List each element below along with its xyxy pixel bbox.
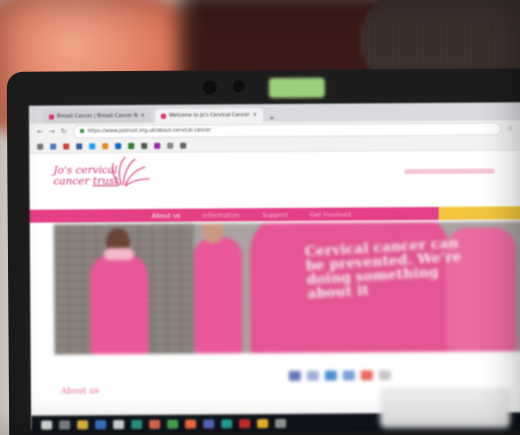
new-tab-button[interactable]: +	[269, 114, 275, 122]
tab-label: Breast Cancer | Breast Cancer N	[56, 112, 138, 120]
bookmark-icon[interactable]	[128, 142, 135, 149]
person-left	[89, 253, 149, 355]
reload-icon[interactable]: ↻	[61, 127, 67, 135]
site-logo[interactable]: Jo's cervical cancer trust	[53, 156, 150, 188]
bookmark-icon[interactable]	[50, 143, 57, 150]
hero-image: Cervical cancer can be prevented. We're …	[53, 221, 520, 355]
browser-tab-active[interactable]: Welcome to Jo's Cervical Cancer ×	[154, 108, 264, 123]
header-blurred-content	[404, 168, 495, 175]
taskbar-app-icon[interactable]	[257, 418, 269, 428]
share-icon[interactable]	[378, 370, 391, 381]
taskbar-app-icon[interactable]	[275, 418, 287, 428]
person-scarf	[103, 248, 134, 261]
lock-icon: ■	[79, 128, 85, 135]
back-arrow-icon[interactable]: ←	[37, 128, 43, 136]
tab-label: Welcome to Jo's Cervical Cancer	[168, 112, 250, 119]
nav-item-get-involved[interactable]: Get involved	[310, 210, 351, 218]
webcam-lens-right	[232, 80, 245, 93]
taskbar-app-icon[interactable]	[113, 419, 125, 429]
taskbar-app-icon[interactable]	[95, 419, 107, 429]
logo-word-cancer: cancer	[53, 175, 90, 188]
nav-item-about[interactable]: About us	[152, 211, 181, 219]
share-icon[interactable]	[288, 370, 301, 381]
favicon-icon	[48, 114, 55, 120]
taskbar-app-icon[interactable]	[239, 418, 251, 428]
taskbar-app-icon[interactable]	[185, 419, 197, 429]
taskbar-app-icon[interactable]	[167, 419, 179, 429]
bookmark-icon[interactable]	[37, 143, 44, 150]
site-header: Jo's cervical cancer trust	[29, 150, 520, 210]
share-icon[interactable]	[324, 370, 337, 381]
taskbar-app-icon[interactable]	[221, 418, 233, 428]
laptop-screen: Breast Cancer | Breast Cancer N × Welcom…	[28, 102, 520, 430]
nav-item-support[interactable]: Support	[262, 210, 288, 218]
taskbar-app-icon[interactable]	[77, 419, 89, 429]
bookmark-icon[interactable]	[115, 142, 122, 149]
start-icon[interactable]	[41, 420, 53, 430]
address-bar[interactable]: ■ https://www.jostrust.org.uk/about-cerv…	[72, 121, 501, 138]
bookmark-icon[interactable]	[76, 142, 83, 149]
taskbar-app-icon[interactable]	[131, 419, 143, 429]
bookmark-icon[interactable]	[154, 142, 161, 149]
url-text: https://www.jostrust.org.uk/about-cervic…	[87, 127, 212, 135]
share-icon[interactable]	[306, 370, 319, 381]
share-icons	[288, 370, 391, 381]
share-icon[interactable]	[360, 370, 373, 381]
bookmark-icon[interactable]	[102, 142, 109, 149]
bookmark-icon[interactable]	[180, 142, 187, 149]
bookmark-icon[interactable]	[141, 142, 148, 149]
webcam-indicator	[268, 77, 325, 99]
close-icon[interactable]: ×	[250, 112, 257, 118]
hero-slogan: Cervical cancer can be prevented. We're …	[304, 235, 462, 303]
photo: Breast Cancer | Breast Cancer N × Welcom…	[0, 0, 520, 435]
browser-tab[interactable]: Breast Cancer | Breast Cancer N ×	[42, 108, 152, 124]
share-icon[interactable]	[342, 370, 355, 381]
desk-reflection	[380, 388, 510, 428]
favicon-icon	[160, 113, 167, 119]
taskbar-app-icon[interactable]	[203, 418, 215, 429]
webcam-lens-left	[202, 80, 217, 95]
person-middle	[193, 237, 243, 354]
flower-icon	[112, 156, 150, 187]
close-icon[interactable]: ×	[138, 113, 145, 119]
nav-item-information[interactable]: Information	[202, 211, 240, 219]
nav-yellow-accent[interactable]	[438, 206, 520, 220]
search-icon[interactable]	[59, 419, 71, 430]
laptop: Breast Cancer | Breast Cancer N × Welcom…	[6, 68, 520, 435]
star-icon[interactable]: ☆	[507, 124, 513, 132]
forward-arrow-icon[interactable]: →	[49, 128, 55, 136]
bookmark-icon[interactable]	[89, 142, 96, 149]
logo-line-2: cancer trust	[53, 175, 118, 188]
about-heading: About us	[60, 386, 100, 397]
bookmark-icon[interactable]	[63, 142, 70, 149]
main-navigation: About us Information Support Get involve…	[29, 206, 520, 223]
taskbar-app-icon[interactable]	[149, 419, 161, 429]
logo-text: Jo's cervical cancer trust	[53, 164, 118, 188]
bookmark-icon[interactable]	[167, 142, 174, 149]
